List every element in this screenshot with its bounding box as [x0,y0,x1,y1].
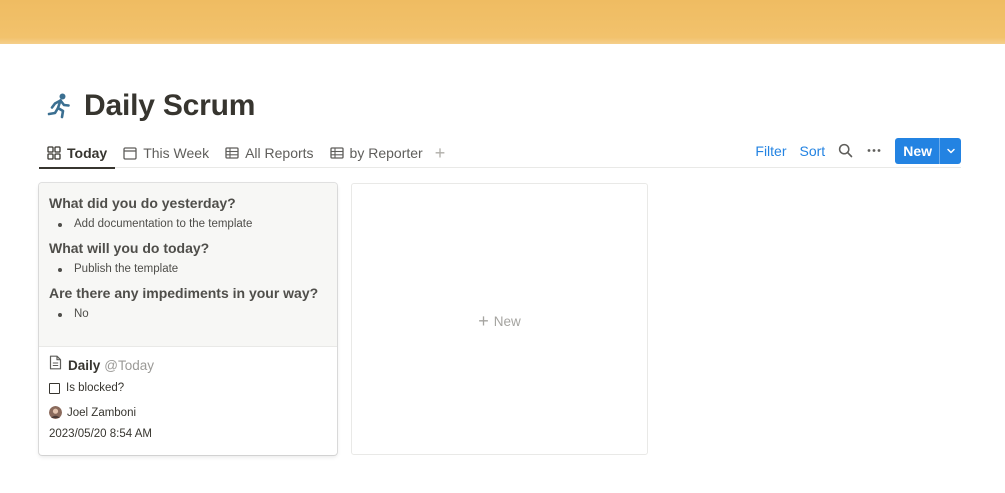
plus-icon: + [478,311,489,331]
view-tabs-bar: Today This Week All Reports by Reporter … [39,137,961,169]
empty-board-group: + New [351,183,648,455]
created-time: 2023/05/20 8:54 AM [49,428,152,440]
tab-all-reports[interactable]: All Reports [217,137,321,168]
more-icon[interactable] [866,143,882,158]
tab-label: by Reporter [349,144,423,161]
runner-icon[interactable] [45,92,73,120]
tab-label: All Reports [245,144,314,161]
tab-today[interactable]: Today [39,137,116,169]
page-header: Daily Scrum [45,86,255,126]
preview-answer: Add documentation to the template [57,218,253,230]
card-preview: What did you do yesterday? Add documenta… [39,183,337,347]
blocked-label: Is blocked? [66,382,125,394]
filter-button[interactable]: Filter [755,143,786,159]
blocked-property: Is blocked? [49,382,124,394]
table-icon [329,146,344,159]
board-icon [47,145,61,160]
view-tabs: Today This Week All Reports by Reporter … [39,137,446,169]
page-title[interactable]: Daily Scrum [84,89,255,123]
blocked-checkbox[interactable] [49,382,60,394]
table-icon [225,146,239,159]
preview-question: What will you do today? [49,240,210,256]
card-title: Daily [68,357,101,373]
board-card[interactable]: What did you do yesterday? Add documenta… [39,183,337,455]
preview-answer: No [58,308,89,320]
add-view-button[interactable]: + [435,144,446,162]
view-actions: Filter Sort New [755,137,961,164]
card-title-row: Daily @Today [49,355,154,375]
add-card-button[interactable]: + New [352,312,647,330]
chevron-down-icon[interactable] [939,137,961,164]
preview-question: What did you do yesterday? [49,195,236,211]
sort-button[interactable]: Sort [800,143,826,159]
new-button[interactable]: New [895,138,939,164]
tab-label: This Week [143,144,210,161]
tab-label: Today [67,144,108,161]
created-property: 2023/05/20 8:54 AM [49,428,152,440]
tab-this-week[interactable]: This Week [115,137,217,168]
add-card-label: New [493,313,521,329]
avatar [49,406,62,419]
reporter-property: Joel Zamboni [49,406,136,419]
page-cover [0,0,1005,44]
search-icon[interactable] [838,143,853,158]
date-mention[interactable]: @Today [104,358,154,373]
reporter-name: Joel Zamboni [67,406,137,419]
tab-by-reporter[interactable]: by Reporter [322,137,431,168]
preview-question: Are there any impediments in your way? [49,285,319,301]
document-icon [49,355,62,375]
calendar-icon [123,146,137,160]
new-button-group: New [895,137,961,164]
preview-answer: Publish the template [57,263,179,275]
